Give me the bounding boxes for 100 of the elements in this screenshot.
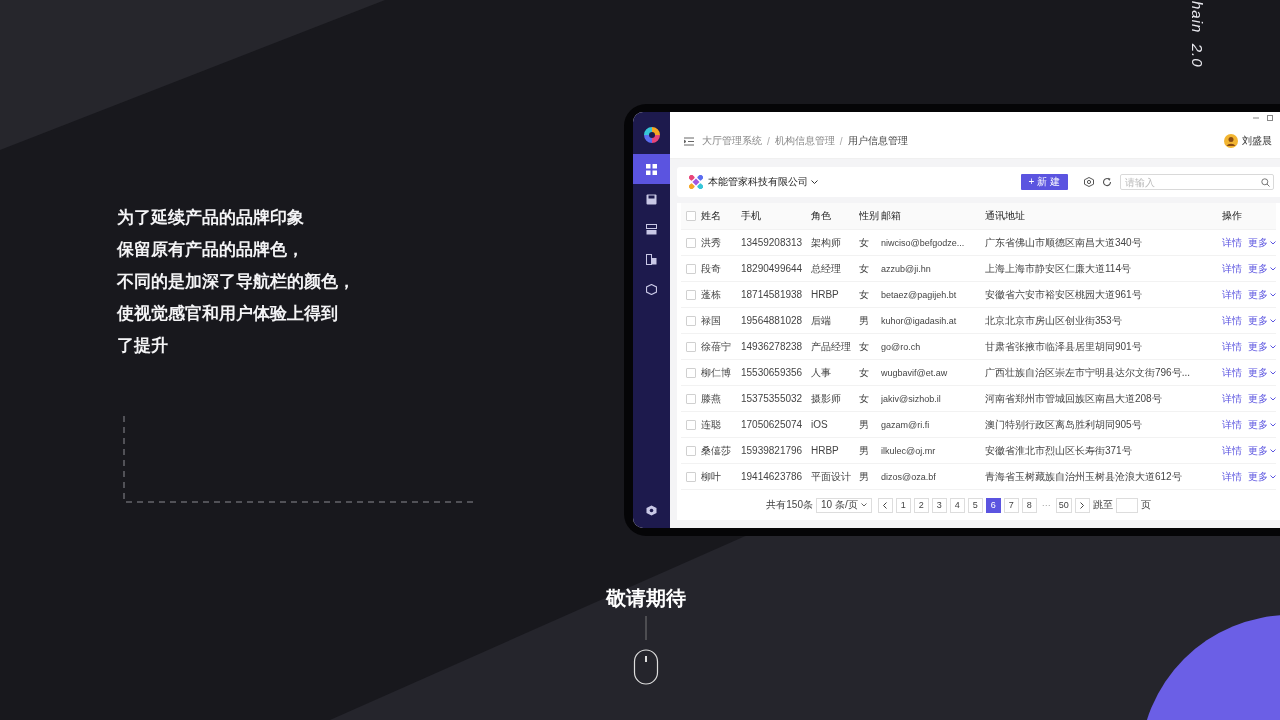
details-link[interactable]: 详情 [1222, 469, 1242, 484]
caret-icon [1270, 474, 1276, 479]
page-button[interactable]: 6 [985, 497, 1001, 513]
search-field[interactable]: 请输入 [1120, 174, 1274, 190]
breadcrumb-item[interactable]: 用户信息管理 [847, 134, 908, 148]
caret-icon [1270, 344, 1276, 349]
table-cell-text: 上海上海市静安区仁廉大道114号 [985, 261, 1132, 276]
more-dropdown[interactable]: 更多 [1248, 417, 1276, 432]
details-link[interactable]: 详情 [1222, 261, 1242, 276]
page-button[interactable]: 5 [967, 497, 983, 513]
checkbox[interactable] [686, 367, 696, 378]
table-cell-text: 柳仁博 [701, 365, 732, 380]
table-cell-text: 澳门特别行政区离岛胜利胡同905号 [985, 417, 1143, 432]
settings-icon[interactable] [1084, 177, 1094, 187]
table-cell-text: 14936278238 [741, 341, 804, 352]
more-dropdown[interactable]: 更多 [1248, 235, 1276, 250]
more-dropdown[interactable]: 更多 [1248, 261, 1276, 276]
table-cell-text: 产品经理 [811, 339, 852, 354]
table-cell-text: 人事 [811, 365, 832, 380]
table-cell-text: gazam@ri.fi [881, 419, 931, 430]
refresh-icon[interactable] [1102, 177, 1112, 187]
maximize-icon[interactable] [1266, 114, 1274, 122]
details-link[interactable]: 详情 [1222, 443, 1242, 458]
checkbox[interactable] [686, 341, 696, 352]
more-dropdown[interactable]: 更多 [1248, 443, 1276, 458]
intro-line: 保留原有产品的品牌色， [117, 238, 305, 261]
details-link[interactable]: 详情 [1222, 287, 1242, 302]
breadcrumb-item[interactable]: 机构信息管理 [774, 134, 835, 148]
checkbox[interactable] [686, 263, 696, 274]
table-cell-text: 男 [859, 443, 870, 458]
table-cell-text: 段奇 [701, 261, 722, 276]
total-count: 共有150条 [766, 498, 813, 512]
page-button[interactable]: 4 [949, 497, 965, 513]
page-button[interactable]: 2 [913, 497, 929, 513]
table-cell-text: 男 [859, 313, 870, 328]
more-dropdown[interactable]: 更多 [1248, 391, 1276, 406]
details-link[interactable]: 详情 [1222, 235, 1242, 250]
checkbox[interactable] [686, 237, 696, 248]
page-button[interactable]: 8 [1021, 497, 1037, 513]
checkbox[interactable] [686, 471, 696, 482]
column-header: 操作 [1222, 209, 1243, 223]
table-cell-text: 女 [859, 261, 870, 276]
intro-line: 为了延续产品的品牌印象 [117, 206, 305, 229]
checkbox[interactable] [686, 445, 696, 456]
more-dropdown[interactable]: 更多 [1248, 469, 1276, 484]
breadcrumb-separator: / [839, 135, 843, 147]
table-cell-text: 广东省佛山市顺德区南昌大道340号 [985, 235, 1143, 250]
details-link[interactable]: 详情 [1222, 313, 1242, 328]
table-cell-text: 摄影师 [811, 391, 842, 406]
checkbox[interactable] [686, 419, 696, 430]
table-cell-text: jakiv@sizhob.il [881, 393, 942, 404]
checkbox[interactable] [686, 289, 696, 300]
details-link[interactable]: 详情 [1222, 391, 1242, 406]
table-cell-text: 男 [859, 417, 870, 432]
page-input[interactable] [1115, 497, 1138, 513]
table-cell-text: azzub@ji.hn [881, 263, 932, 274]
page-button[interactable]: 7 [1003, 497, 1019, 513]
coming-soon-title: 敬请期待 [606, 585, 686, 612]
checkbox[interactable] [686, 315, 696, 326]
details-link[interactable]: 详情 [1222, 339, 1242, 354]
more-dropdown[interactable]: 更多 [1248, 339, 1276, 354]
more-dropdown[interactable]: 更多 [1248, 365, 1276, 380]
sidebar-item[interactable] [633, 154, 670, 184]
column-header: 性别 [859, 209, 880, 223]
table-cell-text: 架构师 [811, 235, 842, 250]
table-cell-text: 15375355032 [741, 393, 804, 404]
details-link[interactable]: 详情 [1222, 417, 1242, 432]
menu-fold-icon[interactable] [684, 136, 694, 146]
settings-icon[interactable] [646, 505, 657, 516]
tray-icon [646, 223, 657, 235]
more-dropdown[interactable]: 更多 [1248, 313, 1276, 328]
page-button[interactable]: 1 [895, 497, 911, 513]
more-dropdown[interactable]: 更多 [1248, 287, 1276, 302]
table-cell-text: 河南省郑州市管城回族区南昌大道208号 [985, 391, 1163, 406]
previous-page-button[interactable] [877, 497, 893, 513]
details-link[interactable]: 详情 [1222, 365, 1242, 380]
table-cell-text: 18714581938 [741, 289, 804, 300]
chevron-left-icon [883, 501, 888, 509]
company-selector[interactable]: 本能管家科技有限公司 [708, 175, 818, 189]
checkbox[interactable] [686, 393, 696, 404]
table-cell-text: ilkulec@oj.mr [881, 445, 937, 456]
table-cell-text: 后端 [811, 313, 832, 328]
checkbox[interactable] [686, 211, 696, 221]
page-button[interactable]: 50 [1055, 497, 1072, 513]
new-button[interactable]: + 新 建 [1020, 174, 1068, 190]
next-page-button[interactable] [1074, 497, 1090, 513]
avatar-icon[interactable] [1224, 134, 1238, 148]
breadcrumb-item[interactable]: 大厅管理系统 [702, 134, 762, 148]
minimize-icon[interactable] [1252, 114, 1260, 122]
table-cell-text: niwciso@befgodze... [881, 237, 966, 248]
column-header: 手机 [741, 209, 762, 223]
page-button[interactable]: 3 [931, 497, 947, 513]
user-name[interactable]: 刘盛晨 [1242, 134, 1272, 148]
page-size-select[interactable]: 10 条/页 [816, 497, 872, 513]
caret-icon [1270, 396, 1276, 401]
table-cell-text: 15530659356 [741, 367, 804, 378]
table-cell-text: 广西壮族自治区崇左市宁明县达尔文街796号... [985, 365, 1192, 380]
table-cell-text: 18290499644 [741, 263, 804, 274]
search-icon [1261, 178, 1270, 187]
column-header: 邮箱 [881, 209, 902, 223]
